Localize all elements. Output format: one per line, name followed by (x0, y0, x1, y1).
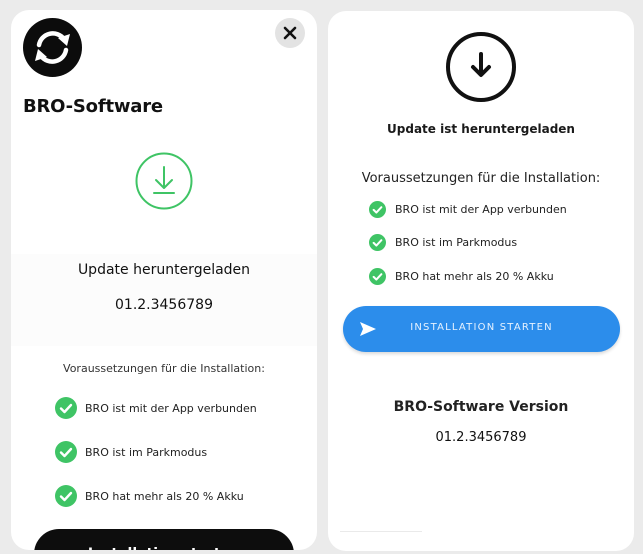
requirement-label: BRO hat mehr als 20 % Akku (395, 270, 554, 283)
download-icon (444, 30, 518, 108)
start-installation-button[interactable]: INSTALLATION STARTEN (343, 306, 620, 352)
check-circle-icon (55, 485, 77, 507)
status-title: Update ist heruntergeladen (387, 122, 575, 136)
prerequisites-title: Voraussetzungen für die Installation: (63, 362, 265, 375)
requirement-battery: BRO hat mehr als 20 % Akku (55, 485, 244, 507)
sync-icon (23, 18, 82, 77)
status-title: Update heruntergeladen (77, 262, 251, 278)
prerequisites-title: Voraussetzungen für die Installation: (361, 171, 601, 186)
close-icon (283, 26, 297, 40)
check-circle-icon (369, 201, 386, 218)
start-installation-label: INSTALLATION STARTEN (410, 322, 553, 333)
check-circle-icon (369, 234, 386, 251)
left-update-panel: BRO-Software Update heruntergeladen 01.2… (11, 10, 317, 550)
divider (340, 531, 422, 532)
requirement-park-mode: BRO ist im Parkmodus (369, 234, 517, 251)
check-circle-icon (369, 268, 386, 285)
brand-title: BRO-Software (23, 96, 163, 117)
check-circle-icon (55, 397, 77, 419)
requirement-connected: BRO ist mit der App verbunden (369, 201, 567, 218)
check-circle-icon (55, 441, 77, 463)
version-label: BRO-Software Version (393, 399, 569, 415)
requirement-label: BRO ist mit der App verbunden (85, 401, 257, 415)
version-number: 01.2.3456789 (435, 430, 527, 445)
requirement-label: BRO ist im Parkmodus (85, 445, 208, 459)
requirement-connected: BRO ist mit der App verbunden (55, 397, 257, 419)
close-button[interactable] (275, 18, 305, 48)
start-installation-button[interactable]: Installation starten (34, 529, 294, 550)
requirement-park-mode: BRO ist im Parkmodus (55, 441, 207, 463)
download-icon (135, 152, 193, 214)
requirement-battery: BRO hat mehr als 20 % Akku (369, 268, 554, 285)
right-update-panel: Update ist heruntergeladen Voraussetzung… (328, 11, 634, 551)
version-number: 01.2.3456789 (115, 297, 213, 313)
requirement-label: BRO ist mit der App verbunden (395, 203, 567, 216)
requirement-label: BRO hat mehr als 20 % Akku (85, 489, 244, 503)
requirement-label: BRO ist im Parkmodus (395, 236, 518, 249)
